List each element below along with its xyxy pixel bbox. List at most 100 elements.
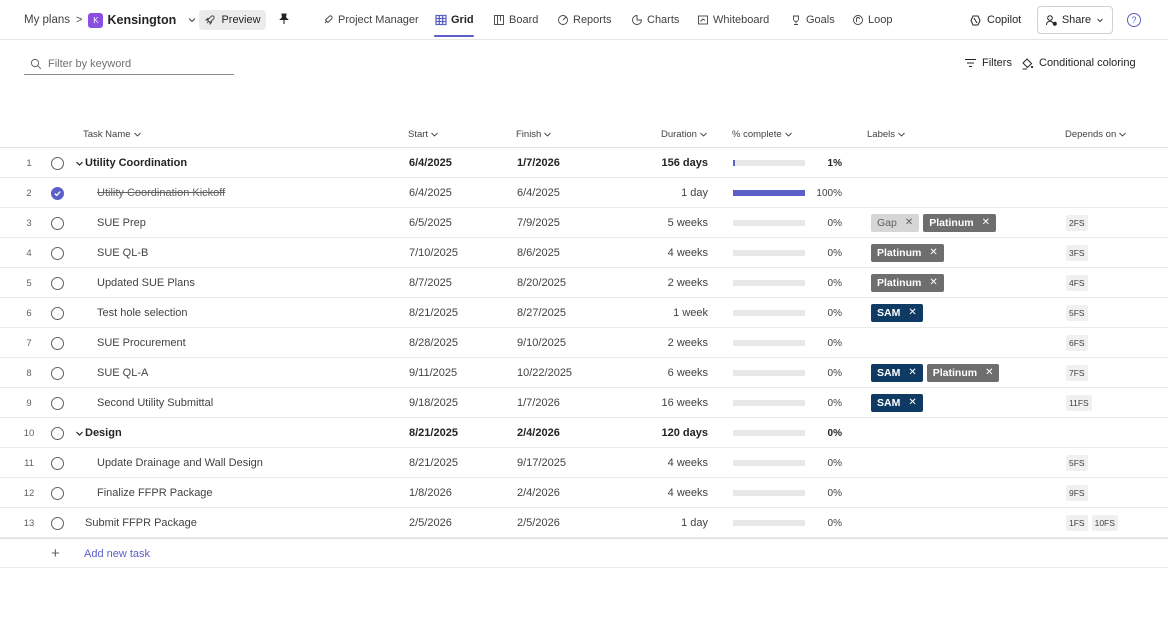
complete-toggle[interactable] bbox=[51, 268, 65, 298]
column-header-labels[interactable]: Labels bbox=[867, 124, 906, 144]
finish-date[interactable]: 7/9/2025 bbox=[517, 208, 560, 238]
depends-on-cell[interactable]: 4FS bbox=[1066, 268, 1092, 298]
table-row[interactable]: 1 Utility Coordination 6/4/2025 1/7/2026 156… bbox=[0, 148, 1168, 178]
task-name-cell[interactable]: Design bbox=[74, 418, 122, 448]
start-date[interactable]: 8/28/2025 bbox=[409, 328, 458, 358]
empty-circle-icon[interactable] bbox=[51, 486, 64, 500]
table-row[interactable]: 11 Update Drainage and Wall Design 8/21/20… bbox=[0, 448, 1168, 478]
complete-toggle[interactable] bbox=[51, 478, 65, 508]
percent-complete[interactable]: 0% bbox=[808, 388, 842, 418]
close-icon[interactable]: ✕ bbox=[929, 248, 937, 258]
label-tag[interactable]: Platinum ✕ bbox=[871, 244, 944, 262]
pin-icon[interactable] bbox=[277, 12, 291, 26]
task-name[interactable]: Submit FFPR Package bbox=[85, 517, 197, 529]
task-name[interactable]: SUE Procurement bbox=[97, 337, 186, 349]
labels-cell[interactable]: SAM ✕ bbox=[871, 388, 927, 418]
duration[interactable]: 4 weeks bbox=[610, 238, 708, 268]
complete-toggle[interactable] bbox=[51, 148, 65, 178]
close-icon[interactable]: ✕ bbox=[929, 278, 937, 288]
table-row[interactable]: 3 SUE Prep 6/5/2025 7/9/2025 5 weeks 0% Gap ✕ Pl… bbox=[0, 208, 1168, 238]
empty-circle-icon[interactable] bbox=[51, 366, 64, 380]
start-date[interactable]: 1/8/2026 bbox=[409, 478, 452, 508]
empty-circle-icon[interactable] bbox=[51, 426, 64, 440]
depends-on-cell[interactable]: 7FS bbox=[1066, 358, 1092, 388]
depends-on-cell[interactable]: 5FS bbox=[1066, 298, 1092, 328]
task-name-cell[interactable]: SUE Procurement bbox=[97, 328, 186, 358]
share-button[interactable]: Share bbox=[1037, 6, 1113, 34]
checkmark-circle-icon[interactable] bbox=[51, 186, 64, 200]
table-row[interactable]: 12 Finalize FFPR Package 1/8/2026 2/4/2026 4… bbox=[0, 478, 1168, 508]
tab-charts[interactable]: Charts bbox=[631, 0, 679, 40]
percent-complete[interactable]: 100% bbox=[808, 178, 842, 208]
finish-date[interactable]: 9/10/2025 bbox=[517, 328, 566, 358]
close-icon[interactable]: ✕ bbox=[985, 368, 993, 378]
task-name-cell[interactable]: Finalize FFPR Package bbox=[97, 478, 213, 508]
tab-board[interactable]: Board bbox=[493, 0, 538, 40]
chevron-down-icon[interactable] bbox=[185, 13, 199, 27]
dependency-badge[interactable]: 9FS bbox=[1066, 485, 1088, 501]
tab-goals[interactable]: Goals bbox=[790, 0, 835, 40]
task-name-cell[interactable]: Utility Coordination Kickoff bbox=[97, 178, 225, 208]
percent-complete[interactable]: 0% bbox=[808, 478, 842, 508]
duration[interactable]: 156 days bbox=[610, 148, 708, 178]
dependency-badge[interactable]: 3FS bbox=[1066, 245, 1088, 261]
close-icon[interactable]: ✕ bbox=[908, 368, 916, 378]
duration[interactable]: 6 weeks bbox=[610, 358, 708, 388]
duration[interactable]: 4 weeks bbox=[610, 478, 708, 508]
add-task-row[interactable]: + Add new task bbox=[0, 538, 1168, 568]
duration[interactable]: 1 day bbox=[610, 178, 708, 208]
duration[interactable]: 5 weeks bbox=[610, 208, 708, 238]
finish-date[interactable]: 2/4/2026 bbox=[517, 478, 560, 508]
table-row[interactable]: 2 Utility Coordination Kickoff 6/4/2025 6/4… bbox=[0, 178, 1168, 208]
label-tag[interactable]: Platinum ✕ bbox=[871, 274, 944, 292]
dependency-badge[interactable]: 7FS bbox=[1066, 365, 1088, 381]
filters-button[interactable]: Filters bbox=[964, 53, 1012, 73]
start-date[interactable]: 8/21/2025 bbox=[409, 298, 458, 328]
table-row[interactable]: 4 SUE QL-B 7/10/2025 8/6/2025 4 weeks 0% Plati… bbox=[0, 238, 1168, 268]
duration[interactable]: 1 week bbox=[610, 298, 708, 328]
complete-toggle[interactable] bbox=[51, 508, 65, 538]
task-name[interactable]: SUE QL-A bbox=[97, 367, 148, 379]
percent-complete[interactable]: 0% bbox=[808, 268, 842, 298]
empty-circle-icon[interactable] bbox=[51, 216, 64, 230]
task-name[interactable]: Update Drainage and Wall Design bbox=[97, 457, 263, 469]
dependency-badge[interactable]: 2FS bbox=[1066, 215, 1088, 231]
dependency-badge[interactable]: 4FS bbox=[1066, 275, 1088, 291]
table-row[interactable]: 5 Updated SUE Plans 8/7/2025 8/20/2025 2 wee… bbox=[0, 268, 1168, 298]
percent-complete[interactable]: 0% bbox=[808, 298, 842, 328]
complete-toggle[interactable] bbox=[51, 298, 65, 328]
duration[interactable]: 120 days bbox=[610, 418, 708, 448]
close-icon[interactable]: ✕ bbox=[905, 218, 913, 228]
dependency-badge[interactable]: 6FS bbox=[1066, 335, 1088, 351]
duration[interactable]: 4 weeks bbox=[610, 448, 708, 478]
empty-circle-icon[interactable] bbox=[51, 516, 64, 530]
task-name-cell[interactable]: Second Utility Submittal bbox=[97, 388, 213, 418]
task-name[interactable]: Design bbox=[85, 427, 122, 439]
complete-toggle[interactable] bbox=[51, 208, 65, 238]
task-name-cell[interactable]: Utility Coordination bbox=[74, 148, 187, 178]
label-tag[interactable]: SAM ✕ bbox=[871, 304, 923, 322]
empty-circle-icon[interactable] bbox=[51, 246, 64, 260]
label-tag[interactable]: SAM ✕ bbox=[871, 394, 923, 412]
depends-on-cell[interactable]: 2FS bbox=[1066, 208, 1092, 238]
table-row[interactable]: 8 SUE QL-A 9/11/2025 10/22/2025 6 weeks 0% SAM… bbox=[0, 358, 1168, 388]
finish-date[interactable]: 8/27/2025 bbox=[517, 298, 566, 328]
labels-cell[interactable]: Gap ✕ Platinum ✕ bbox=[871, 208, 1000, 238]
complete-toggle[interactable] bbox=[51, 328, 65, 358]
tab-loop[interactable]: Loop bbox=[852, 0, 892, 40]
dependency-badge[interactable]: 5FS bbox=[1066, 455, 1088, 471]
tab-grid[interactable]: Grid bbox=[435, 0, 474, 40]
duration[interactable]: 16 weeks bbox=[610, 388, 708, 418]
empty-circle-icon[interactable] bbox=[51, 276, 64, 290]
percent-complete[interactable]: 0% bbox=[808, 418, 842, 448]
start-date[interactable]: 2/5/2026 bbox=[409, 508, 452, 538]
filter-input[interactable] bbox=[48, 57, 218, 70]
start-date[interactable]: 8/21/2025 bbox=[409, 448, 458, 478]
percent-complete[interactable]: 0% bbox=[808, 328, 842, 358]
complete-toggle[interactable] bbox=[51, 448, 65, 478]
task-name-cell[interactable]: Update Drainage and Wall Design bbox=[97, 448, 263, 478]
dependency-badge[interactable]: 10FS bbox=[1091, 515, 1118, 531]
column-header-depends-on[interactable]: Depends on bbox=[1065, 124, 1127, 144]
task-name-cell[interactable]: SUE QL-A bbox=[97, 358, 148, 388]
task-name[interactable]: Test hole selection bbox=[97, 307, 188, 319]
